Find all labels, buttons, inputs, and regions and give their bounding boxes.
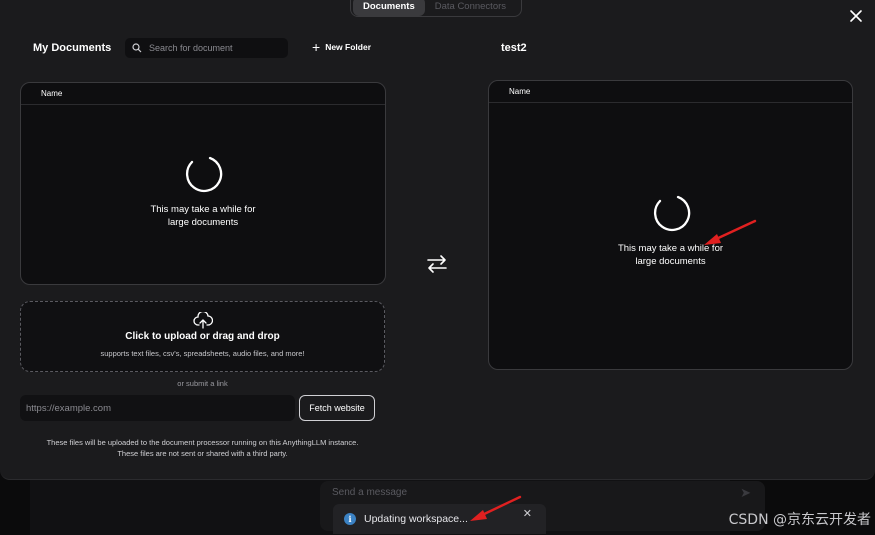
upload-main-text: Click to upload or drag and drop [125, 331, 280, 342]
annotation-arrow-icon [470, 495, 522, 521]
search-icon [132, 43, 142, 53]
loading-spinner-icon [653, 195, 690, 232]
or-submit-link-text: or submit a link [177, 379, 228, 388]
swap-arrows-icon[interactable] [426, 253, 448, 275]
upload-disclaimer: These files will be uploaded to the docu… [20, 438, 385, 459]
name-column-header: Name [489, 81, 852, 103]
fetch-website-button[interactable]: Fetch website [299, 395, 375, 421]
info-icon: i [344, 513, 356, 525]
send-icon[interactable]: ➤ [740, 485, 751, 501]
annotation-arrow-icon [704, 219, 757, 245]
tab-data-connectors[interactable]: Data Connectors [425, 0, 516, 16]
document-search [125, 38, 288, 58]
plus-icon: + [312, 39, 321, 55]
my-documents-title: My Documents [33, 42, 112, 54]
cloud-upload-icon [192, 312, 213, 329]
workspace-documents-panel: Name This may take a while for large doc… [488, 80, 853, 370]
loading-state: This may take a while for large document… [21, 153, 385, 229]
loading-state: This may take a while for large document… [489, 192, 852, 268]
url-input[interactable] [20, 395, 295, 421]
loading-text-line2: large documents [635, 256, 706, 267]
upload-dropzone[interactable]: Click to upload or drag and drop support… [20, 301, 385, 372]
disclaimer-line2: These files are not sent or shared with … [117, 448, 288, 458]
upload-sub-text: supports text files, csv's, spreadsheets… [100, 349, 305, 358]
chat-input-placeholder: Send a message [332, 487, 408, 498]
toast-close-icon[interactable]: ✕ [523, 507, 532, 520]
new-folder-label: New Folder [325, 42, 371, 52]
tab-documents[interactable]: Documents [353, 0, 425, 16]
loading-text-line1: This may take a while for [617, 243, 724, 254]
toast-text: Updating workspace... [364, 513, 468, 525]
loading-text-line1: This may take a while for [150, 204, 256, 215]
close-icon[interactable] [848, 8, 864, 24]
workspace-title: test2 [501, 42, 527, 54]
new-folder-button[interactable]: + New Folder [312, 39, 371, 55]
watermark: CSDN @京东云开发者 [728, 512, 871, 528]
search-input[interactable] [147, 42, 281, 54]
loading-text-line2: large documents [167, 217, 239, 228]
name-column-header: Name [21, 83, 385, 105]
loading-spinner-icon [185, 156, 223, 193]
disclaimer-line1: These files will be uploaded to the docu… [46, 438, 359, 447]
modal-tabs: Documents Data Connectors [350, 0, 522, 17]
my-documents-panel: Name This may take a while for large doc… [20, 82, 386, 285]
